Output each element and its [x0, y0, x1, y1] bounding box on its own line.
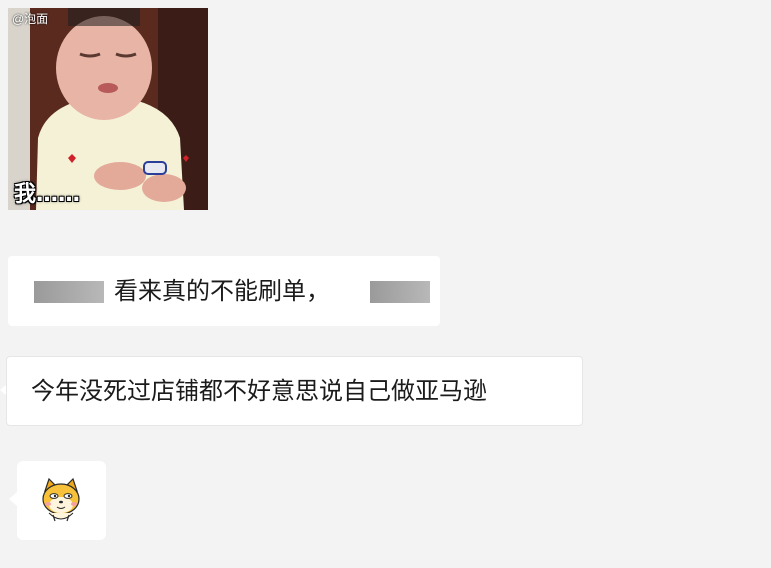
- meme-image-message[interactable]: @泡面 我……: [8, 8, 208, 210]
- sticker-message[interactable]: [17, 461, 106, 540]
- message-text: 今年没死过店铺都不好意思说自己做亚马逊: [31, 377, 487, 405]
- watermark-label: @泡面: [12, 12, 49, 26]
- redacted-text-block: [370, 281, 430, 303]
- meme-caption: 我……: [14, 182, 81, 207]
- bubble-tail: [9, 492, 17, 506]
- message-text: 看来真的不能刷单，: [114, 277, 330, 305]
- doge-cat-sticker-icon: [42, 477, 80, 522]
- message-bubble[interactable]: 看来真的不能刷单，: [8, 256, 440, 326]
- message-bubble[interactable]: 今年没死过店铺都不好意思说自己做亚马逊: [6, 356, 583, 426]
- redacted-text-block: [34, 281, 104, 303]
